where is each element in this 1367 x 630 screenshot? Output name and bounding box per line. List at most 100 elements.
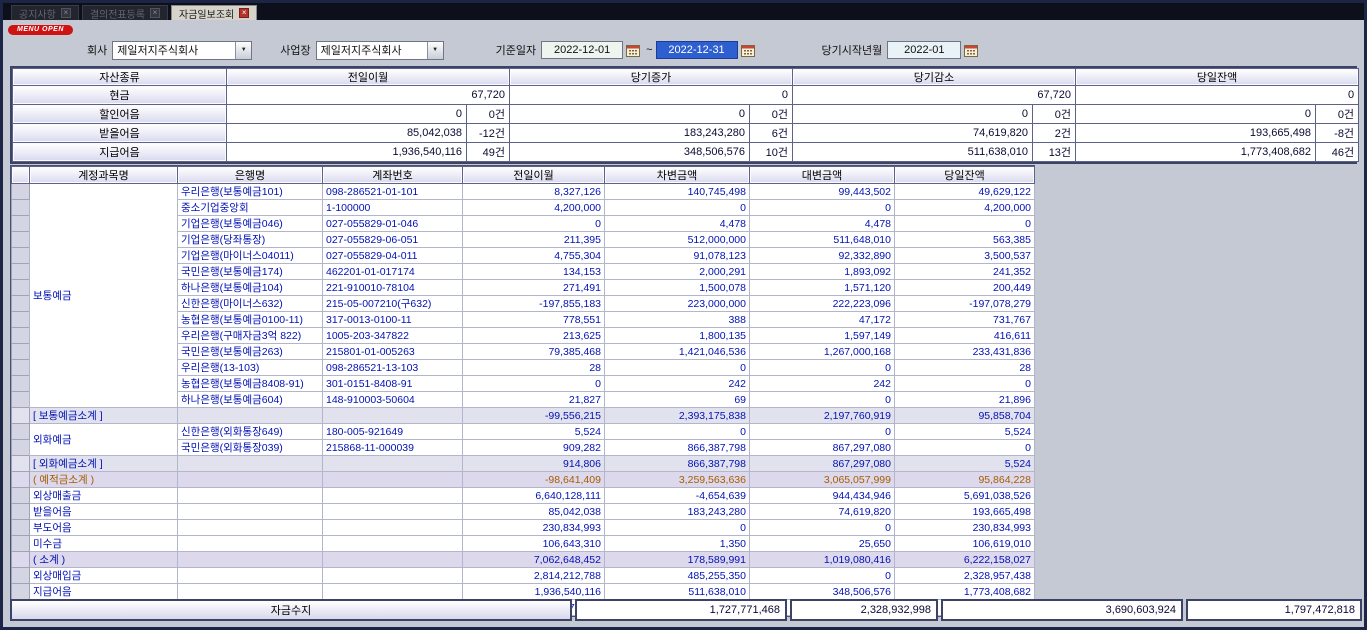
table-row[interactable]: 받을어음85,042,038183,243,28074,619,820193,6… — [12, 504, 1035, 520]
prev-balance-cell: -98,641,409 — [463, 472, 605, 488]
amount-cell: 0 — [1076, 86, 1359, 105]
amount-cell: 348,506,576 — [510, 143, 750, 162]
row-selector[interactable] — [12, 344, 30, 360]
debit-cell: 1,500,078 — [605, 280, 750, 296]
close-icon[interactable]: × — [61, 8, 71, 18]
debit-cell: 388 — [605, 312, 750, 328]
table-row[interactable]: [ 보통예금소계 ]-99,556,2152,393,175,8382,197,… — [12, 408, 1035, 424]
row-selector[interactable] — [12, 488, 30, 504]
account-no-cell: 098-286521-13-103 — [323, 360, 463, 376]
prev-balance-cell: -99,556,215 — [463, 408, 605, 424]
count-cell: 0건 — [467, 105, 510, 124]
chevron-down-icon[interactable]: ▼ — [235, 42, 251, 59]
account-no-cell — [323, 568, 463, 584]
row-selector[interactable] — [12, 312, 30, 328]
account-no-cell: 301-0151-8408-91 — [323, 376, 463, 392]
table-row[interactable]: 외상매입금2,814,212,788485,255,35002,328,957,… — [12, 568, 1035, 584]
account-cell: 미수금 — [30, 536, 178, 552]
date-from-input[interactable]: 2022-12-01 — [541, 41, 623, 59]
balance-cell: 4,200,000 — [895, 200, 1035, 216]
period-start-input[interactable]: 2022-01 — [887, 41, 961, 59]
company-select[interactable]: 제일저지주식회사 ▼ — [112, 41, 252, 60]
credit-cell: 0 — [750, 392, 895, 408]
row-selector[interactable] — [12, 472, 30, 488]
summary-row[interactable]: 현금67,720067,7200 — [13, 86, 1359, 105]
table-row[interactable]: [ 외화예금소계 ]914,806866,387,798867,297,0805… — [12, 456, 1035, 472]
calendar-icon[interactable] — [626, 44, 640, 57]
count-cell: 2건 — [1033, 124, 1076, 143]
row-selector[interactable] — [12, 456, 30, 472]
table-row[interactable]: 외화예금신한은행(외화통장649)180-005-9216495,524005,… — [12, 424, 1035, 440]
table-row[interactable]: 부도어음230,834,99300230,834,993 — [12, 520, 1035, 536]
table-row[interactable]: ( 예적금소계 )-98,641,4093,259,563,6363,065,0… — [12, 472, 1035, 488]
bank-cell — [178, 472, 323, 488]
row-selector[interactable] — [12, 328, 30, 344]
row-selector[interactable] — [12, 248, 30, 264]
credit-cell: 1,267,000,168 — [750, 344, 895, 360]
row-selector[interactable] — [12, 200, 30, 216]
amount-cell: 0 — [227, 105, 467, 124]
row-selector[interactable] — [12, 216, 30, 232]
debit-cell: 485,255,350 — [605, 568, 750, 584]
row-selector[interactable] — [12, 536, 30, 552]
balance-cell: 563,385 — [895, 232, 1035, 248]
table-row[interactable]: 미수금106,643,3101,35025,650106,619,010 — [12, 536, 1035, 552]
row-selector[interactable] — [12, 184, 30, 200]
summary-row[interactable]: 지급어음1,936,540,11649건348,506,57610건511,63… — [13, 143, 1359, 162]
close-icon[interactable]: × — [239, 8, 249, 18]
amount-cell: 85,042,038 — [227, 124, 467, 143]
row-selector[interactable] — [12, 280, 30, 296]
tab-item[interactable]: 결의전표등록 × — [82, 5, 168, 20]
summary-row[interactable]: 할인어음00건00건00건00건 — [13, 105, 1359, 124]
detail-header-row: 계정과목명 은행명 계좌번호 전일이월 차변금액 대변금액 당일잔액 — [12, 167, 1035, 184]
detail-header-debit: 차변금액 — [605, 167, 750, 184]
table-row[interactable]: 지급어음1,936,540,116511,638,010348,506,5761… — [12, 584, 1035, 600]
row-selector[interactable] — [12, 440, 30, 456]
amount-cell: 0 — [1076, 105, 1316, 124]
calendar-icon[interactable] — [964, 44, 978, 57]
menu-open-button[interactable]: MENU OPEN — [8, 25, 73, 35]
row-selector[interactable] — [12, 360, 30, 376]
detail-header-balance: 당일잔액 — [895, 167, 1035, 184]
row-selector[interactable] — [12, 520, 30, 536]
row-selector[interactable] — [12, 504, 30, 520]
debit-cell: 69 — [605, 392, 750, 408]
tab-label: 결의전표등록 — [90, 6, 145, 21]
bank-cell: 농협은행(보통예금8408-91) — [178, 376, 323, 392]
row-selector[interactable] — [12, 568, 30, 584]
balance-cell: 241,352 — [895, 264, 1035, 280]
row-selector[interactable] — [12, 264, 30, 280]
account-no-cell — [323, 488, 463, 504]
row-selector[interactable] — [12, 408, 30, 424]
row-selector[interactable] — [12, 232, 30, 248]
table-row[interactable]: 외상매출금6,640,128,111-4,654,639944,434,9465… — [12, 488, 1035, 504]
table-row[interactable]: ( 소계 )7,062,648,452178,589,9911,019,080,… — [12, 552, 1035, 568]
tab-item[interactable]: 공지사항× — [11, 5, 79, 20]
summary-row[interactable]: 받을어음85,042,038-12건183,243,2806건74,619,82… — [13, 124, 1359, 143]
amount-cell: 0 — [510, 86, 793, 105]
prev-balance-cell: 4,200,000 — [463, 200, 605, 216]
date-to-input[interactable]: 2022-12-31 — [656, 41, 738, 59]
account-no-cell — [323, 504, 463, 520]
prev-balance-cell: 85,042,038 — [463, 504, 605, 520]
table-row[interactable]: 보통예금우리은행(보통예금101)098-286521-01-1018,327,… — [12, 184, 1035, 200]
calendar-icon[interactable] — [741, 44, 755, 57]
count-cell: 46건 — [1316, 143, 1359, 162]
company-label: 회사 — [87, 42, 107, 58]
count-cell: 0건 — [1316, 105, 1359, 124]
debit-cell: 91,078,123 — [605, 248, 750, 264]
account-no-cell — [323, 456, 463, 472]
debit-cell: 140,745,498 — [605, 184, 750, 200]
balance-cell: 2,328,957,438 — [895, 568, 1035, 584]
close-icon[interactable]: × — [150, 8, 160, 18]
row-selector[interactable] — [12, 376, 30, 392]
row-selector[interactable] — [12, 552, 30, 568]
row-selector[interactable] — [12, 296, 30, 312]
chevron-down-icon[interactable]: ▼ — [427, 42, 443, 59]
tab-item[interactable]: 자금일보조회× — [171, 5, 257, 20]
credit-cell: 0 — [750, 520, 895, 536]
site-select[interactable]: 제일저지주식회사 ▼ — [316, 41, 444, 60]
row-selector[interactable] — [12, 392, 30, 408]
row-selector[interactable] — [12, 584, 30, 600]
row-selector[interactable] — [12, 424, 30, 440]
